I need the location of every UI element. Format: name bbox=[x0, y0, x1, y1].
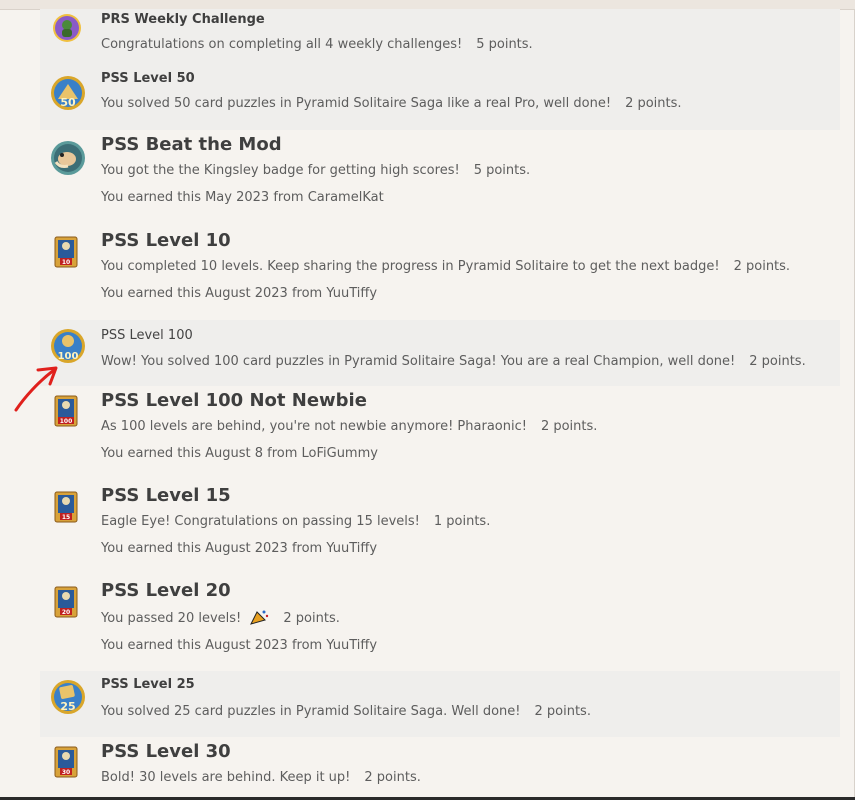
achievement-points: 2 points. bbox=[364, 770, 421, 785]
svg-text:25: 25 bbox=[60, 700, 75, 713]
achievement-list: PRS Weekly Challenge Congratulations on … bbox=[40, 9, 840, 797]
pyramid-coin-badge-icon: 25 bbox=[50, 679, 86, 715]
achievement-item: 100 PSS Level 100 Wow! You solved 100 ca… bbox=[40, 320, 840, 386]
red-arrow-icon bbox=[14, 366, 58, 412]
achievement-earned: You earned this August 2023 from YuuTiff… bbox=[101, 286, 378, 301]
achievement-points: 2 points. bbox=[540, 419, 598, 434]
achievement-points: 2 points. bbox=[625, 96, 682, 111]
svg-text:10: 10 bbox=[62, 259, 70, 266]
party-popper-icon bbox=[250, 610, 269, 625]
achievement-earned: You earned this August 2023 from YuuTiff… bbox=[101, 541, 378, 556]
achievement-points: 2 points. bbox=[733, 259, 791, 274]
achievement-points: 2 points. bbox=[283, 611, 340, 626]
achievement-description: Wow! You solved 100 card puzzles in Pyra… bbox=[101, 354, 736, 369]
achievement-description: Congratulations on completing all 4 week… bbox=[101, 37, 463, 52]
pyramid-coin-badge-icon: 100 bbox=[50, 328, 86, 364]
achievement-item: 15 PSS Level 15 Eagle Eye! Congratulatio… bbox=[40, 481, 840, 576]
svg-text:50: 50 bbox=[60, 96, 76, 109]
achievement-title: PSS Beat the Mod bbox=[101, 134, 282, 155]
achievement-description: You passed 20 levels! bbox=[101, 611, 242, 626]
achievement-item: 50 PSS Level 50 You solved 50 card puzzl… bbox=[40, 64, 840, 130]
achievement-description: You completed 10 levels. Keep sharing th… bbox=[101, 259, 720, 274]
purple-hero-badge-icon bbox=[52, 13, 82, 43]
achievement-item: 20 PSS Level 20 You passed 20 levels! 2 … bbox=[40, 576, 840, 671]
achievement-description: You got the the Kingsley badge for getti… bbox=[101, 163, 460, 178]
achievement-title: PSS Level 100 Not Newbie bbox=[101, 390, 367, 411]
achievement-title: PRS Weekly Challenge bbox=[101, 12, 265, 27]
achievement-description: You solved 25 card puzzles in Pyramid So… bbox=[101, 704, 521, 719]
achievement-description: Bold! 30 levels are behind. Keep it up! bbox=[101, 770, 351, 785]
achievement-points: 1 points. bbox=[433, 514, 491, 529]
achievement-title: PSS Level 50 bbox=[101, 71, 195, 86]
achievement-item: 25 PSS Level 25 You solved 25 card puzzl… bbox=[40, 671, 840, 737]
achievement-title: PSS Level 25 bbox=[101, 677, 195, 692]
achievement-title: PSS Level 20 bbox=[101, 580, 231, 601]
achievement-description: You solved 50 card puzzles in Pyramid So… bbox=[101, 96, 612, 111]
svg-text:100: 100 bbox=[60, 418, 73, 425]
achievement-title: PSS Level 30 bbox=[101, 741, 231, 762]
achievement-title: PSS Level 10 bbox=[101, 230, 231, 251]
achievement-item: 100 PSS Level 100 Not Newbie As 100 leve… bbox=[40, 386, 840, 481]
achievement-item: 10 PSS Level 10 You completed 10 levels.… bbox=[40, 225, 840, 320]
achievement-item: PRS Weekly Challenge Congratulations on … bbox=[40, 9, 840, 64]
achievement-points: 5 points. bbox=[476, 37, 533, 52]
svg-text:20: 20 bbox=[62, 609, 70, 616]
pharaoh-card-badge-icon: 20 bbox=[54, 586, 78, 618]
pharaoh-card-badge-icon: 10 bbox=[54, 236, 78, 268]
pharaoh-card-badge-icon: 30 bbox=[54, 746, 78, 778]
achievement-title: PSS Level 15 bbox=[101, 485, 231, 506]
achievement-points: 5 points. bbox=[473, 163, 531, 178]
achievement-item: 30 PSS Level 30 Bold! 30 levels are behi… bbox=[40, 737, 840, 797]
achievement-description: As 100 levels are behind, you're not new… bbox=[101, 419, 527, 434]
kingsley-badge-icon bbox=[50, 140, 86, 176]
pharaoh-card-badge-icon: 15 bbox=[54, 491, 78, 523]
achievement-earned: You earned this May 2023 from CaramelKat bbox=[101, 190, 384, 205]
svg-text:15: 15 bbox=[62, 514, 70, 521]
achievement-points: 2 points. bbox=[749, 354, 806, 369]
svg-text:30: 30 bbox=[62, 769, 70, 776]
achievement-description: Eagle Eye! Congratulations on passing 15… bbox=[101, 514, 420, 529]
achievement-item: PSS Beat the Mod You got the the Kingsle… bbox=[40, 130, 840, 225]
achievement-earned: You earned this August 8 from LoFiGummy bbox=[101, 446, 378, 461]
pyramid-coin-badge-icon: 50 bbox=[50, 75, 86, 111]
achievement-earned: You earned this August 2023 from YuuTiff… bbox=[101, 638, 378, 653]
achievement-title: PSS Level 100 bbox=[101, 328, 193, 343]
achievement-points: 2 points. bbox=[534, 704, 591, 719]
